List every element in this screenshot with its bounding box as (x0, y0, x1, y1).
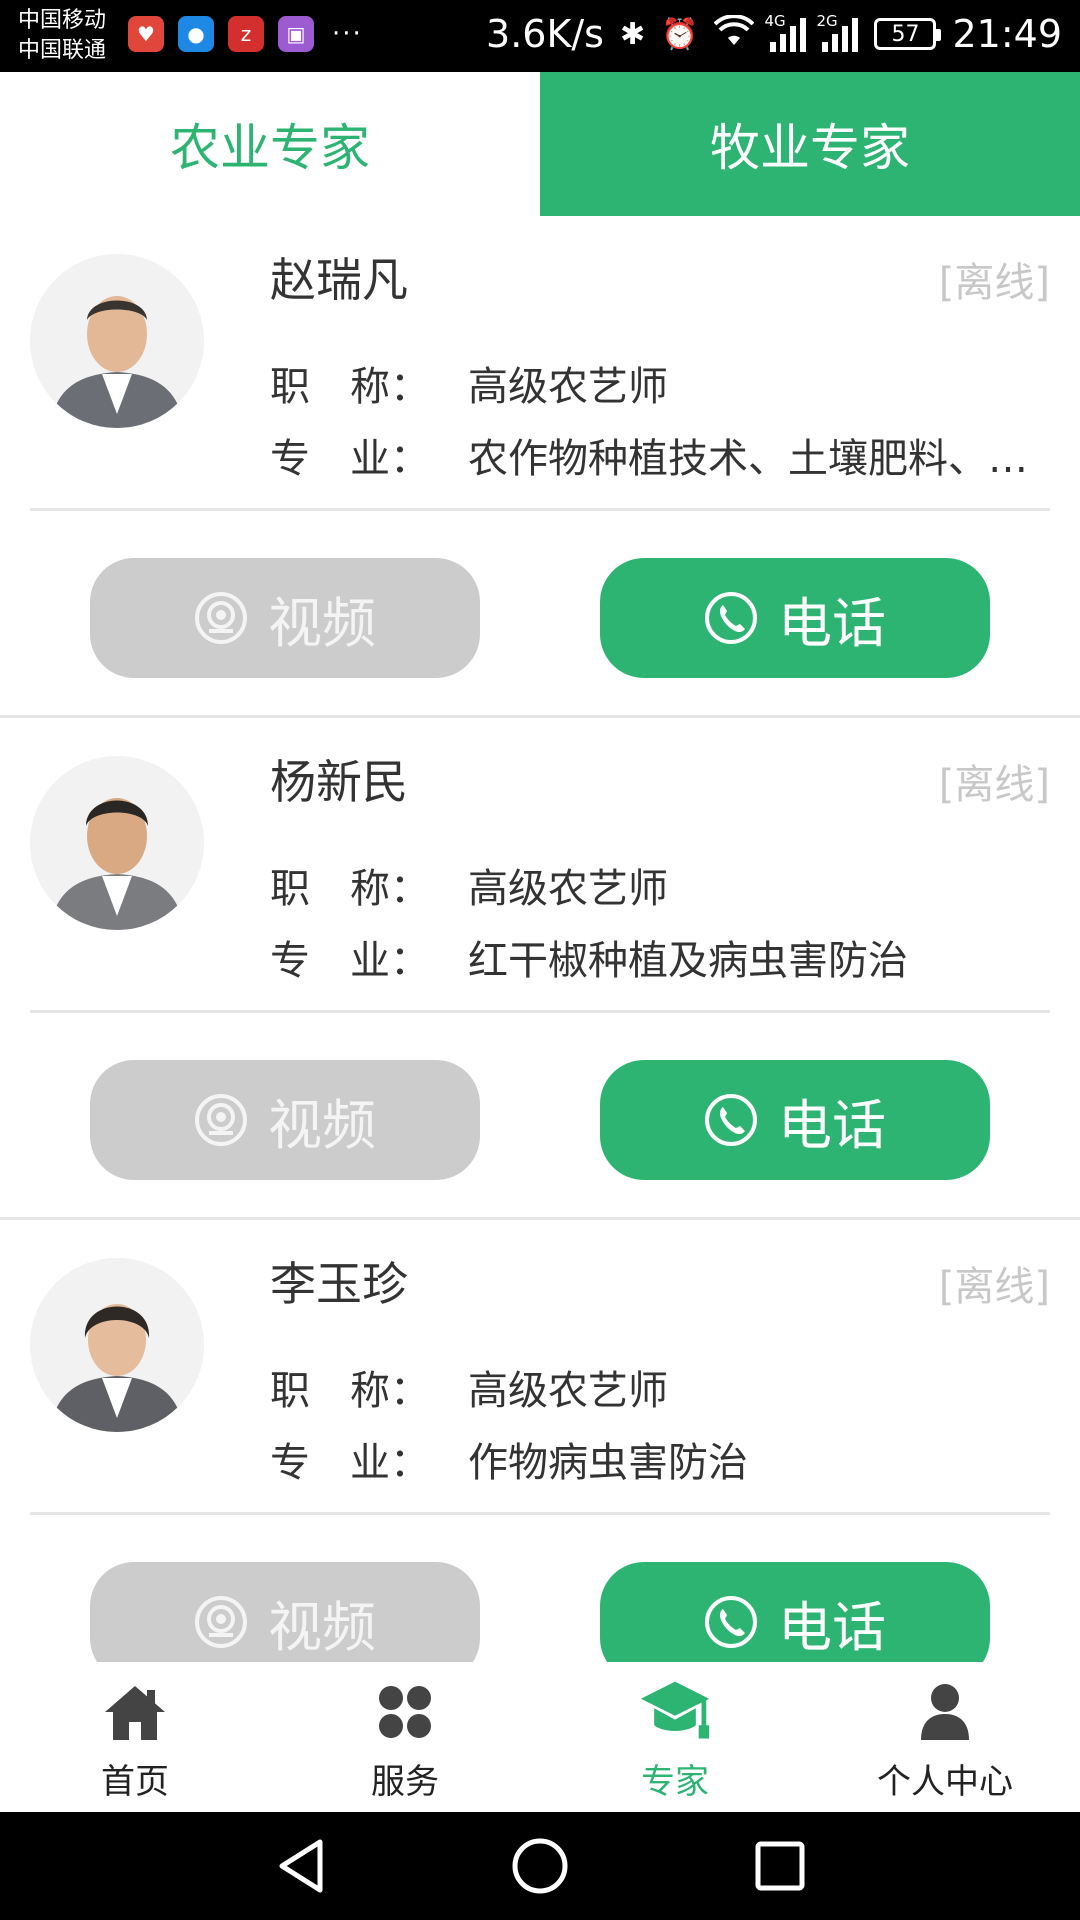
bluetooth-icon: ✱ (619, 16, 646, 52)
alarm-icon: ⏰ (661, 16, 699, 52)
major-label: 专 业： (270, 1440, 430, 1486)
nav-profile-label: 个人中心 (877, 1762, 1013, 1802)
phone-call-button[interactable]: 电话 (600, 1060, 990, 1180)
phone-call-button[interactable]: 电话 (600, 558, 990, 678)
title-label: 职 称： (270, 1368, 430, 1414)
wifi-icon (714, 12, 755, 56)
title-label: 职 称： (270, 364, 430, 410)
avatar (30, 1258, 204, 1432)
status-badge: [离线] (938, 762, 1050, 808)
home-icon (99, 1676, 171, 1748)
service-grid-icon (369, 1676, 441, 1748)
expert-title: 高级农艺师 (468, 1368, 668, 1414)
bottom-nav: 首页 服务 专家 个人中心 (0, 1662, 1080, 1812)
divider (30, 1512, 1050, 1515)
phone-icon (704, 1093, 758, 1147)
avatar (30, 254, 204, 428)
nav-profile[interactable]: 个人中心 (810, 1662, 1080, 1812)
expert-major: 作物病虫害防治 (468, 1440, 748, 1486)
divider (30, 1010, 1050, 1013)
tab-agriculture-experts[interactable]: 农业专家 (0, 72, 540, 216)
more-notifications-icon: ··· (332, 19, 363, 49)
home-circle-icon[interactable] (510, 1836, 570, 1896)
user-icon (909, 1676, 981, 1748)
title-label: 职 称： (270, 866, 430, 912)
expert-card[interactable]: 赵瑞凡 [离线] 职 称： 高级农艺师 专 业： 农作物种植技术、土壤肥料、… … (0, 216, 1080, 718)
video-call-button[interactable]: 视频 (90, 1562, 480, 1662)
carrier-2: 中国联通 (18, 38, 107, 63)
video-button-label: 视频 (268, 591, 376, 655)
notification-icons: ♥ ● z ▣ ··· (128, 16, 363, 52)
nav-service-label: 服务 (371, 1762, 439, 1802)
expert-major: 红干椒种植及病虫害防治 (468, 938, 908, 984)
battery-icon: 57 (874, 18, 942, 50)
status-badge: [离线] (938, 260, 1050, 306)
expert-title: 高级农艺师 (468, 364, 668, 410)
nav-service[interactable]: 服务 (270, 1662, 540, 1812)
phone-icon (704, 1595, 758, 1649)
major-label: 专 业： (270, 436, 430, 482)
nav-home-label: 首页 (101, 1762, 169, 1802)
signal-icon: 4G (764, 12, 807, 52)
phone-call-button[interactable]: 电话 (600, 1562, 990, 1662)
expert-list[interactable]: 赵瑞凡 [离线] 职 称： 高级农艺师 专 业： 农作物种植技术、土壤肥料、… … (0, 216, 1080, 1662)
carrier-info: 中国移动 中国联通 (18, 6, 106, 66)
recent-apps-icon[interactable] (750, 1836, 810, 1896)
status-badge: [离线] (938, 1264, 1050, 1310)
graduation-cap-icon (639, 1676, 711, 1748)
gallery-app-icon: ▣ (278, 16, 314, 52)
call-button-label: 电话 (778, 1595, 886, 1659)
expert-name: 赵瑞凡 (270, 253, 408, 307)
expert-name: 杨新民 (270, 755, 408, 809)
zhihu-app-icon: z (228, 16, 264, 52)
back-icon[interactable] (272, 1836, 332, 1896)
expert-title-row: 职 称： 高级农艺师 (270, 856, 1050, 914)
video-button-label: 视频 (268, 1093, 376, 1157)
health-app-icon: ♥ (128, 16, 164, 52)
signal-icon: 2G (816, 12, 859, 52)
expert-category-tabs: 农业专家 牧业专家 (0, 72, 1080, 216)
system-status: 3.6K/s ✱ ⏰ 4G 2G 57 21:49 (486, 12, 1062, 56)
call-button-label: 电话 (778, 1093, 886, 1157)
nav-experts[interactable]: 专家 (540, 1662, 810, 1812)
message-app-icon: ● (178, 16, 214, 52)
clock: 21:49 (952, 12, 1062, 56)
system-nav-bar (0, 1812, 1080, 1920)
net-speed: 3.6K/s (486, 12, 604, 56)
video-call-button[interactable]: 视频 (90, 1060, 480, 1180)
expert-card[interactable]: 李玉珍 [离线] 职 称： 高级农艺师 专 业： 作物病虫害防治 视频 电话 (0, 1220, 1080, 1662)
expert-title: 高级农艺师 (468, 866, 668, 912)
sim2-net-label: 2G (816, 12, 838, 30)
expert-major: 农作物种植技术、土壤肥料、… (468, 436, 1028, 482)
battery-level: 57 (891, 21, 920, 47)
expert-card[interactable]: 杨新民 [离线] 职 称： 高级农艺师 专 业： 红干椒种植及病虫害防治 视频 … (0, 718, 1080, 1220)
call-button-label: 电话 (778, 591, 886, 655)
expert-major-row: 专 业： 作物病虫害防治 (270, 1430, 1050, 1488)
phone-icon (704, 591, 758, 645)
expert-title-row: 职 称： 高级农艺师 (270, 354, 1050, 412)
expert-name: 李玉珍 (270, 1257, 408, 1311)
major-label: 专 业： (270, 938, 430, 984)
nav-experts-label: 专家 (641, 1762, 709, 1802)
expert-title-row: 职 称： 高级农艺师 (270, 1358, 1050, 1416)
carrier-1: 中国移动 (18, 8, 107, 33)
sim1-net-label: 4G (764, 12, 786, 30)
tab-livestock-experts[interactable]: 牧业专家 (540, 72, 1080, 216)
status-bar: 中国移动 中国联通 ♥ ● z ▣ ··· 3.6K/s ✱ ⏰ 4G 2G 5… (0, 0, 1080, 72)
camera-icon (194, 1595, 248, 1649)
nav-home[interactable]: 首页 (0, 1662, 270, 1812)
video-button-label: 视频 (268, 1595, 376, 1659)
expert-major-row: 专 业： 农作物种植技术、土壤肥料、… (270, 426, 1050, 484)
expert-major-row: 专 业： 红干椒种植及病虫害防治 (270, 928, 1050, 986)
divider (30, 508, 1050, 511)
video-call-button[interactable]: 视频 (90, 558, 480, 678)
avatar (30, 756, 204, 930)
camera-icon (194, 591, 248, 645)
camera-icon (194, 1093, 248, 1147)
